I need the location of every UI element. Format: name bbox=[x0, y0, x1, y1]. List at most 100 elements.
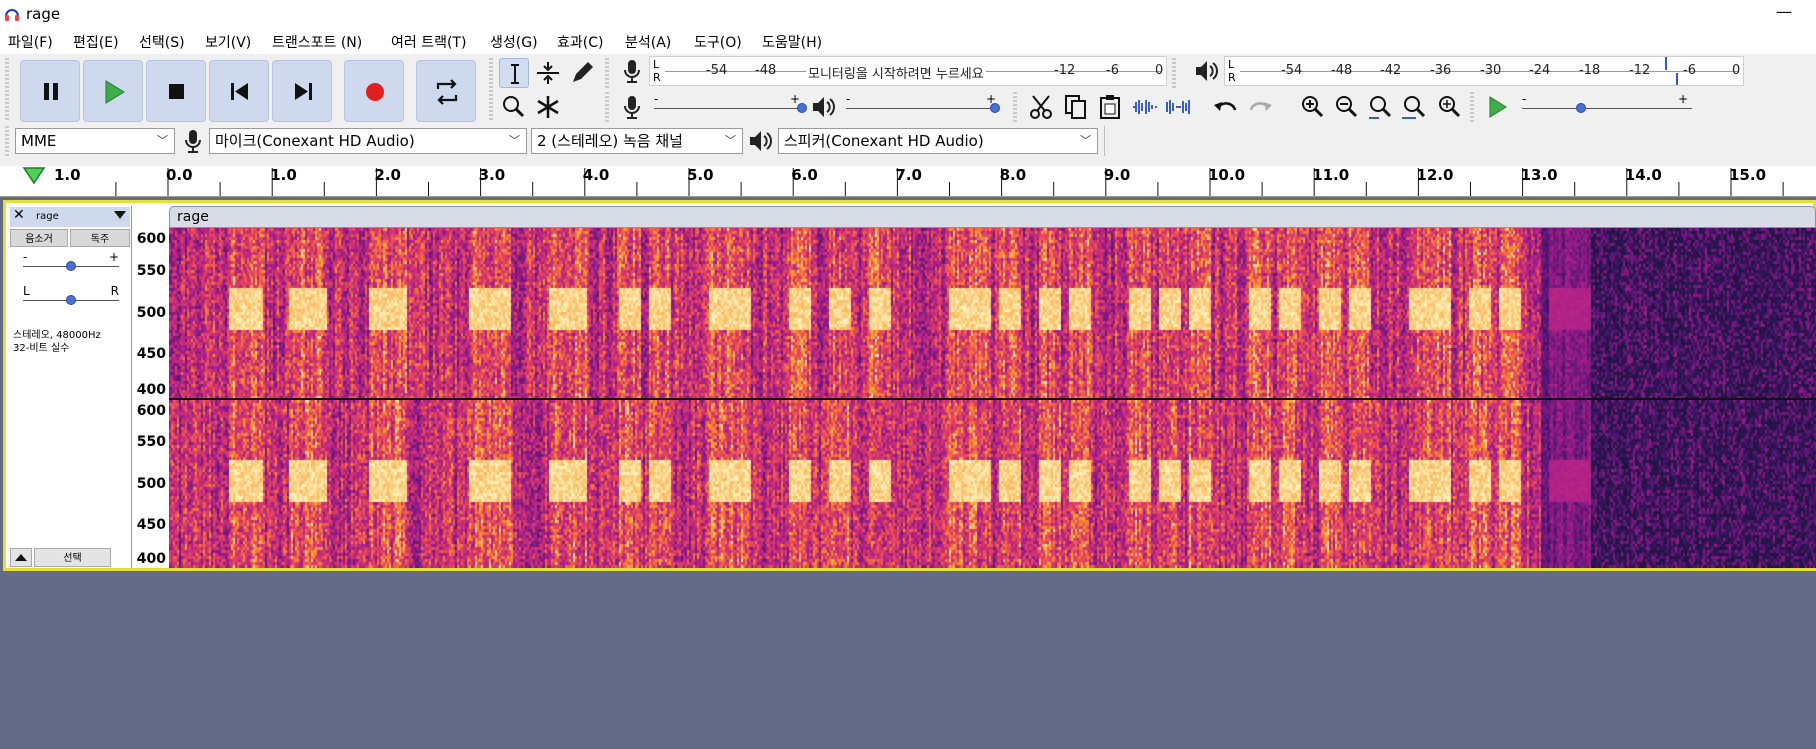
solo-button[interactable]: 독주 bbox=[70, 229, 130, 247]
zoom-selection-icon bbox=[1369, 96, 1392, 119]
paste-button[interactable] bbox=[1095, 92, 1125, 122]
select-track-button[interactable]: 선택 bbox=[34, 548, 111, 567]
toolbar-grip[interactable] bbox=[605, 92, 609, 122]
playback-volume-slider[interactable]: - + bbox=[846, 92, 1000, 118]
vertical-scale[interactable]: 600 550 500 450 400 600 550 500 450 400 bbox=[132, 206, 172, 568]
mute-button[interactable]: 음소거 bbox=[10, 229, 68, 247]
play-at-speed-button[interactable] bbox=[1482, 92, 1512, 122]
fit-project-button[interactable] bbox=[1400, 92, 1430, 122]
gain-slider[interactable]: - + bbox=[23, 250, 119, 276]
copy-button[interactable] bbox=[1061, 92, 1091, 122]
envelope-tool[interactable] bbox=[533, 58, 563, 88]
scale-label: 550 bbox=[136, 434, 166, 450]
toolbar-grip[interactable] bbox=[1470, 92, 1474, 122]
gain-minus: - bbox=[23, 250, 28, 264]
menu-view[interactable]: 보기(V) bbox=[205, 32, 251, 52]
menu-tracks[interactable]: 여러 트랙(T) bbox=[391, 32, 466, 52]
redo-icon bbox=[1249, 102, 1272, 111]
undo-button[interactable] bbox=[1211, 92, 1241, 122]
toolbar-grip[interactable] bbox=[5, 58, 9, 122]
microphone-icon bbox=[624, 60, 640, 83]
menu-tools[interactable]: 도구(O) bbox=[694, 32, 742, 52]
timeline-ruler[interactable]: 1.0 0.0 1.0 2.0 3.0 4.0 5.0 6.0 7.0 8.0 9.0 10.0 11… bbox=[0, 166, 1816, 197]
copy-icon bbox=[1065, 95, 1086, 119]
play-meter-button[interactable] bbox=[1191, 56, 1221, 86]
skip-end-icon bbox=[295, 83, 312, 100]
pan-knob[interactable] bbox=[66, 295, 76, 305]
toolbar-grip[interactable] bbox=[489, 58, 493, 122]
redo-button[interactable] bbox=[1245, 92, 1275, 122]
menu-generate[interactable]: 생성(G) bbox=[490, 32, 538, 52]
menu-file[interactable]: 파일(F) bbox=[8, 32, 53, 52]
play-icon bbox=[105, 80, 125, 104]
peak-marker bbox=[1676, 73, 1678, 85]
chevron-up-icon bbox=[15, 554, 27, 561]
audio-track[interactable]: ✕ rage 음소거 독주 - + L R 스테레오, 48000Hz 32-비… bbox=[3, 200, 1816, 571]
slider-knob[interactable] bbox=[1576, 103, 1586, 113]
play-button[interactable] bbox=[83, 60, 143, 122]
zoom-out-button[interactable] bbox=[1332, 92, 1362, 122]
clip-name: rage bbox=[177, 209, 209, 225]
silence-button[interactable] bbox=[1163, 92, 1193, 122]
menu-effect[interactable]: 효과(C) bbox=[557, 32, 603, 52]
collapse-track-button[interactable] bbox=[10, 548, 32, 567]
selection-tool[interactable] bbox=[499, 58, 529, 88]
pencil-icon bbox=[573, 62, 593, 82]
silence-audio-icon bbox=[1166, 100, 1190, 114]
loop-button[interactable] bbox=[416, 60, 476, 122]
slider-knob[interactable] bbox=[990, 103, 1000, 113]
skip-start-button[interactable] bbox=[209, 60, 269, 122]
close-track-button[interactable]: ✕ bbox=[13, 207, 25, 223]
record-meter-button[interactable] bbox=[617, 56, 647, 86]
menu-transport[interactable]: 트랜스포트 (N) bbox=[272, 32, 362, 52]
audio-host-value: MME bbox=[21, 132, 57, 150]
menu-help[interactable]: 도움말(H) bbox=[762, 32, 822, 52]
zoom-toggle-button[interactable] bbox=[1434, 92, 1464, 122]
monitor-prompt[interactable]: 모니터링을 시작하려면 누르세요 bbox=[806, 63, 986, 82]
toolbar-grip[interactable] bbox=[5, 126, 9, 156]
slider-knob[interactable] bbox=[797, 103, 807, 113]
spectrogram-right-channel[interactable] bbox=[169, 400, 1816, 568]
cut-button[interactable] bbox=[1027, 92, 1057, 122]
input-device-icon-wrap bbox=[178, 126, 208, 156]
pan-slider[interactable]: L R bbox=[23, 284, 119, 310]
stop-button[interactable] bbox=[146, 60, 206, 122]
toolbar-grip[interactable] bbox=[605, 58, 609, 88]
ruler-label: 12.0 bbox=[1416, 166, 1454, 184]
menu-analyze[interactable]: 분석(A) bbox=[625, 32, 671, 52]
input-device-dropdown[interactable]: 마이크(Conexant HD Audio) ﹀ bbox=[209, 128, 527, 154]
toolbar-grip[interactable] bbox=[1013, 92, 1017, 122]
zoom-in-button[interactable] bbox=[1298, 92, 1328, 122]
track-menu-chevron-icon[interactable] bbox=[114, 211, 126, 219]
menu-edit[interactable]: 편집(E) bbox=[73, 32, 119, 52]
meter-tick: -6 bbox=[1683, 63, 1696, 78]
ruler-label: 15.0 bbox=[1729, 166, 1767, 184]
record-volume-slider[interactable]: - + bbox=[654, 92, 807, 118]
fit-selection-button[interactable] bbox=[1366, 92, 1396, 122]
output-device-dropdown[interactable]: 스피커(Conexant HD Audio) ﹀ bbox=[778, 128, 1098, 154]
menu-select[interactable]: 선택(S) bbox=[139, 32, 185, 52]
pause-button[interactable] bbox=[20, 60, 80, 122]
minimize-button[interactable]: — bbox=[1776, 2, 1792, 21]
zoom-tool[interactable] bbox=[499, 92, 529, 122]
toolbar-grip[interactable] bbox=[1172, 58, 1176, 88]
gain-knob[interactable] bbox=[66, 261, 76, 271]
record-meter[interactable]: LR -54 -48 모니터링을 시작하려면 누르세요 -12 -6 0 bbox=[649, 56, 1167, 86]
ruler-label: 0.0 bbox=[166, 166, 193, 184]
spectrogram-view[interactable]: rage bbox=[169, 206, 1816, 568]
record-button[interactable] bbox=[344, 60, 404, 122]
playback-meter[interactable]: LR -54 -48 -42 -36 -30 -24 -18 -12 -6 0 bbox=[1224, 56, 1744, 86]
play-speed-slider[interactable]: - + bbox=[1522, 92, 1692, 118]
spectrogram-left-channel[interactable] bbox=[169, 228, 1816, 398]
multi-tool[interactable] bbox=[533, 92, 563, 122]
clip-title-bar[interactable]: rage bbox=[169, 206, 1816, 228]
skip-end-button[interactable] bbox=[272, 60, 332, 122]
channels-dropdown[interactable]: 2 (스테레오) 녹음 채널 ﹀ bbox=[531, 128, 743, 154]
ruler-label: 6.0 bbox=[791, 166, 818, 184]
slider-plus: + bbox=[1677, 92, 1688, 106]
title-bar: rage — bbox=[0, 0, 1816, 28]
audio-host-dropdown[interactable]: MME ﹀ bbox=[15, 128, 175, 154]
draw-tool[interactable] bbox=[567, 58, 597, 88]
track-name-button[interactable]: rage bbox=[36, 211, 59, 222]
trim-button[interactable] bbox=[1129, 92, 1159, 122]
